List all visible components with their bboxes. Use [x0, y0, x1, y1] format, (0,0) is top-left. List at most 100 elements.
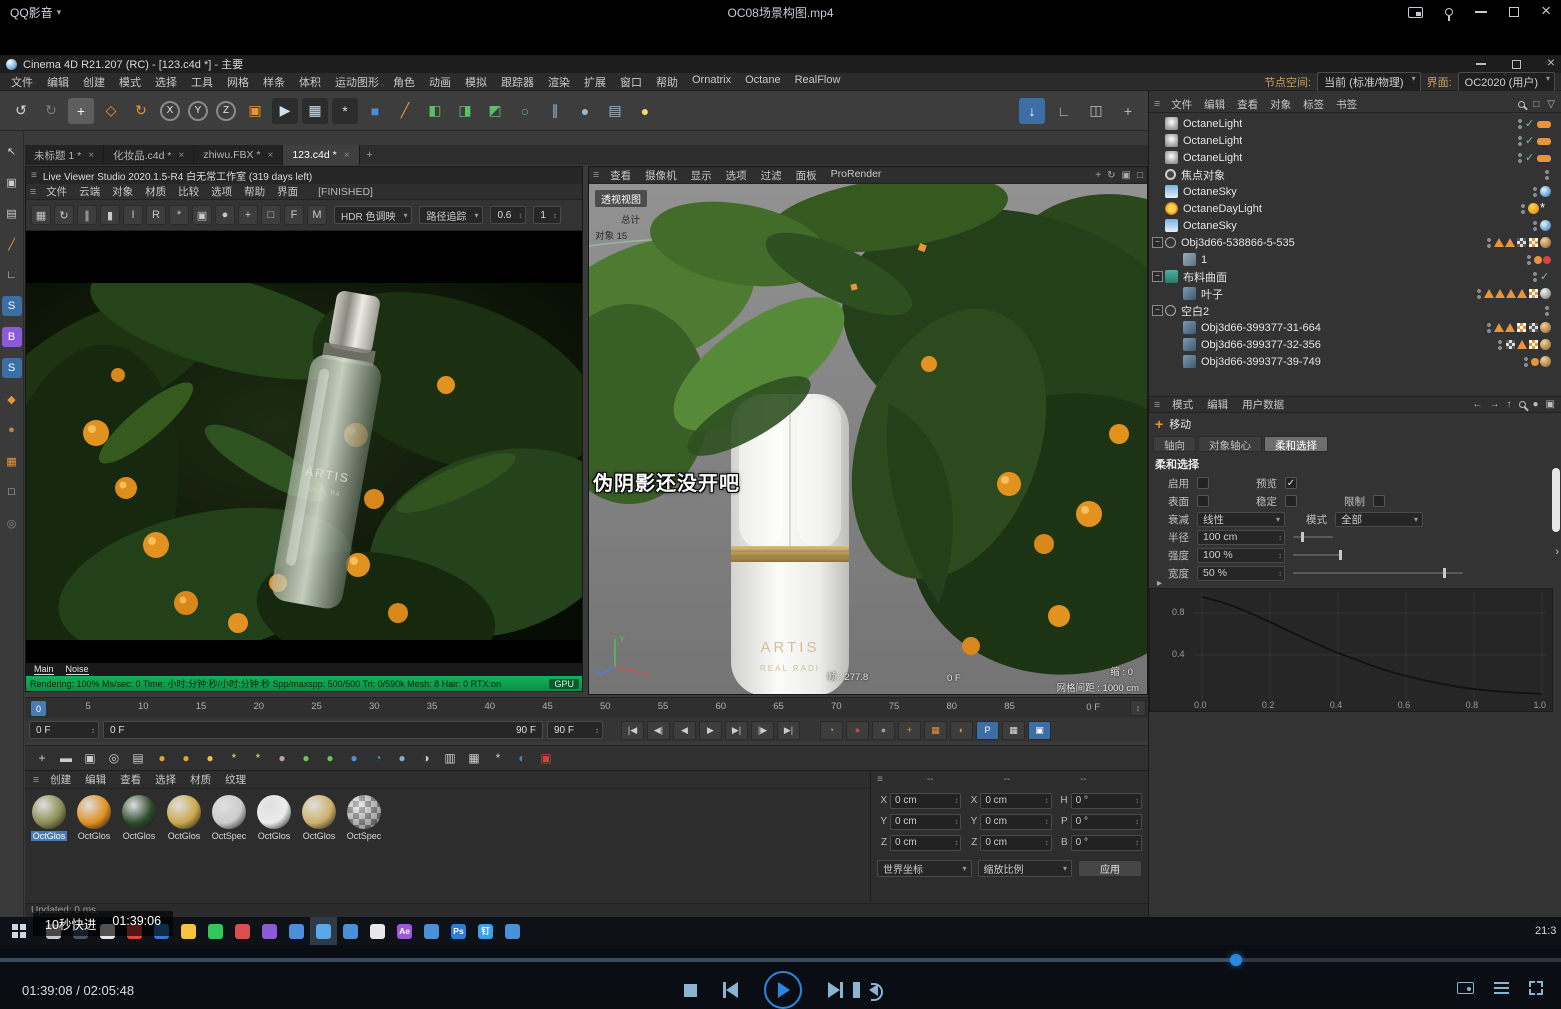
node-space-select[interactable]: 当前 (标准/物理) — [1317, 72, 1420, 92]
search-icon[interactable] — [1519, 401, 1526, 408]
minimize-button[interactable] — [1475, 11, 1487, 13]
shortcut-icon[interactable]: ● — [321, 749, 339, 767]
toolbar-icon[interactable]: ↻ — [38, 98, 64, 124]
taskbar-app-icon[interactable] — [499, 917, 526, 945]
menu-item[interactable]: 工具 — [184, 74, 220, 90]
add-tab-button[interactable]: + — [360, 145, 380, 165]
taskbar-app-icon[interactable]: Ps — [445, 917, 472, 945]
menu-item[interactable]: 纹理 — [218, 772, 253, 787]
progress-bar[interactable] — [0, 958, 1561, 962]
document-tab[interactable]: 123.c4d * — [283, 145, 359, 165]
object-row[interactable]: 布料曲面 — [1149, 268, 1553, 285]
coordinate-input[interactable]: 0 cm — [890, 835, 961, 851]
view-label[interactable]: 透视视图 — [595, 190, 647, 207]
shortcut-icon[interactable]: ◎ — [105, 749, 123, 767]
object-row[interactable]: Obj3d66-538866-5-535 — [1149, 234, 1553, 251]
tool-rail-icon[interactable]: ╱ — [2, 234, 22, 254]
shortcut-icon[interactable]: ● — [201, 749, 219, 767]
playback-button[interactable]: |◀ — [621, 721, 644, 740]
toolbar-right-icon[interactable]: ∟ — [1051, 98, 1077, 124]
menu-item[interactable]: 网格 — [220, 74, 256, 90]
viewport-corner-icon[interactable]: ▣ — [1122, 170, 1131, 181]
menu-item[interactable]: 窗口 — [613, 74, 649, 90]
object-row[interactable]: OctaneLight — [1149, 115, 1553, 132]
live-viewer-tool-icon[interactable]: M — [307, 205, 327, 225]
menu-item[interactable]: 编辑 — [78, 772, 113, 787]
material-item[interactable]: OctSpec — [209, 795, 249, 841]
taskbar-app-icon[interactable] — [283, 917, 310, 945]
menu-item[interactable]: 模式 — [1165, 397, 1200, 412]
record-button[interactable]: ▦ — [1002, 721, 1025, 740]
toolbar-icon[interactable]: ∥ — [542, 98, 568, 124]
viewport-corner-icon[interactable]: + — [1095, 170, 1101, 181]
toolbar-icon[interactable]: ▶ — [272, 98, 298, 124]
live-viewer-tool-icon[interactable]: □ — [261, 205, 281, 225]
viewport-scene[interactable]: ARTIS REAL RADI 透视视图 总计 对象 15 伪阴影还没 — [589, 184, 1147, 694]
object-tags[interactable] — [1531, 271, 1553, 282]
toolbar-icon[interactable]: ◩ — [482, 98, 508, 124]
shortcut-icon[interactable]: ◑ — [417, 749, 435, 767]
coordinate-input[interactable]: 0 cm — [980, 835, 1051, 851]
start-button[interactable] — [12, 924, 26, 938]
material-item[interactable]: OctGlos — [29, 795, 69, 841]
toolbar-icon[interactable]: ■ — [362, 98, 388, 124]
material-item[interactable]: OctGlos — [74, 795, 114, 841]
shortcut-icon[interactable]: ▣ — [537, 749, 555, 767]
menu-item[interactable]: 材质 — [139, 184, 172, 199]
object-row[interactable]: 1 — [1149, 251, 1553, 268]
object-row[interactable]: OctaneDayLight — [1149, 200, 1553, 217]
tool-rail-icon[interactable]: S — [2, 296, 22, 316]
live-viewer-tool-icon[interactable]: ▦ — [31, 205, 51, 225]
toolbar-icon[interactable]: ▦ — [302, 98, 328, 124]
menu-item[interactable]: 模式 — [112, 74, 148, 90]
live-viewer-tool-icon[interactable]: R — [146, 205, 166, 225]
record-button[interactable]: ◔ — [820, 721, 843, 740]
shortcut-icon[interactable]: ▦ — [465, 749, 483, 767]
object-tags[interactable] — [1516, 152, 1553, 163]
playback-button[interactable]: ▶| — [725, 721, 748, 740]
object-row[interactable]: Obj3d66-399377-31-664 — [1149, 319, 1553, 336]
search-icon[interactable] — [1518, 101, 1525, 108]
live-viewer-tool-icon[interactable]: F — [284, 205, 304, 225]
toolbar-icon[interactable]: ▤ — [602, 98, 628, 124]
playlist-settings-icon[interactable] — [1494, 982, 1509, 994]
menu-item[interactable]: 创建 — [43, 772, 78, 787]
play-button[interactable] — [764, 971, 802, 1009]
menu-item[interactable]: 编辑 — [40, 74, 76, 90]
document-tab[interactable]: 未标题 1 * — [25, 145, 104, 165]
menu-item[interactable]: 云端 — [73, 184, 106, 199]
menu-item[interactable]: 编辑 — [1198, 97, 1231, 112]
record-button[interactable]: P — [976, 721, 999, 740]
scale-mode-select[interactable]: 缩放比例 — [978, 860, 1073, 877]
falloff-select[interactable]: 线性 — [1197, 512, 1285, 527]
menu-item[interactable]: 查看 — [113, 772, 148, 787]
menu-item[interactable]: 查看 — [1231, 97, 1264, 112]
material-item[interactable]: OctSpec — [344, 795, 384, 841]
tool-rail-icon[interactable]: ◎ — [2, 513, 22, 533]
toolbar-icon[interactable]: ◧ — [422, 98, 448, 124]
render-pass-tab[interactable]: Noise — [66, 664, 89, 675]
tool-rail-icon[interactable]: □ — [2, 482, 22, 502]
tool-rail-icon[interactable]: ↖ — [2, 141, 22, 161]
material-item[interactable]: OctGlos — [119, 795, 159, 841]
menu-item[interactable]: 文件 — [40, 184, 73, 199]
toolbar-icon[interactable]: Z — [216, 101, 236, 121]
object-tags[interactable] — [1485, 322, 1553, 333]
panel-scrollbar[interactable] — [1552, 468, 1560, 532]
attribute-tab[interactable]: 柔和选择 — [1264, 436, 1328, 452]
shortcut-icon[interactable]: ● — [153, 749, 171, 767]
attribute-tab[interactable]: 轴向 — [1153, 436, 1196, 452]
menu-item[interactable]: 扩展 — [577, 74, 613, 90]
object-row[interactable]: Obj3d66-399377-32-356 — [1149, 336, 1553, 353]
shortcut-icon[interactable]: ● — [297, 749, 315, 767]
object-tags[interactable] — [1516, 118, 1553, 129]
menu-item[interactable]: RealFlow — [788, 74, 848, 90]
object-tags[interactable] — [1496, 339, 1553, 350]
menu-item[interactable]: 体积 — [292, 74, 328, 90]
object-row[interactable]: OctaneSky — [1149, 217, 1553, 234]
taskbar-app-icon[interactable] — [337, 917, 364, 945]
object-tags[interactable] — [1543, 169, 1553, 180]
live-viewer-tool-icon[interactable]: + — [238, 205, 258, 225]
shortcut-icon[interactable]: ▥ — [441, 749, 459, 767]
menu-item[interactable]: 选项 — [205, 184, 238, 199]
